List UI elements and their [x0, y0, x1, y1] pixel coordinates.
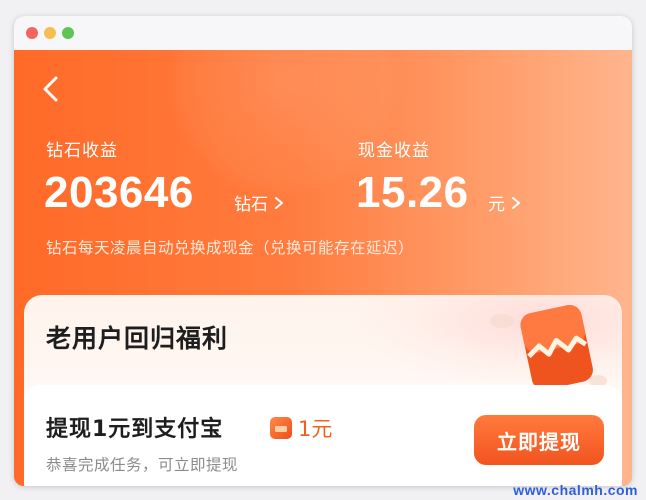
task-subtitle: 恭喜完成任务，可立即提现 [46, 456, 239, 474]
reward-amount: 1元 [298, 417, 333, 441]
app-window: 钻石收益 203646 钻石 现金收益 15.26 元 钻石每天凌晨自动兑换成现… [14, 16, 632, 486]
diamond-unit-label: 钻石 [234, 195, 268, 215]
window-titlebar [14, 16, 632, 51]
task-row: 提现1元到支付宝 1元 恭喜完成任务，可立即提现 立即提现 [24, 385, 622, 486]
red-packet-illustration [490, 305, 607, 390]
withdraw-now-button[interactable]: 立即提现 [474, 415, 604, 465]
close-window-button[interactable] [26, 27, 38, 39]
chevron-right-icon [512, 196, 520, 209]
reward-badge: 1元 [270, 413, 332, 443]
cash-unit-label: 元 [488, 195, 505, 215]
chevron-right-icon [275, 196, 283, 209]
maximize-window-button[interactable] [62, 27, 74, 39]
chevron-left-icon [43, 76, 58, 102]
cash-earnings-label: 现金收益 [358, 141, 430, 161]
returning-user-card: 老用户回归福利 提现1元到支付宝 1元 恭喜完成任务，可立即提现 立即提现 [24, 295, 622, 486]
exchange-note: 钻石每天凌晨自动兑换成现金（兑换可能存在延迟） [46, 239, 415, 257]
task-title: 提现1元到支付宝 [46, 417, 224, 442]
cash-earnings-link[interactable]: 元 [488, 190, 523, 215]
card-title: 老用户回归福利 [46, 324, 229, 353]
diamond-earnings-link[interactable]: 钻石 [234, 190, 286, 215]
red-packet-icon [270, 417, 292, 439]
diamond-earnings-value[interactable]: 203646 [44, 168, 194, 218]
earnings-header: 钻石收益 203646 钻石 现金收益 15.26 元 钻石每天凌晨自动兑换成现… [14, 50, 632, 486]
watermark: www.chalmh.com [513, 482, 638, 498]
cash-earnings-value[interactable]: 15.26 [356, 168, 469, 218]
minimize-window-button[interactable] [44, 27, 56, 39]
diamond-earnings-label: 钻石收益 [46, 141, 118, 161]
back-button[interactable] [36, 74, 66, 104]
